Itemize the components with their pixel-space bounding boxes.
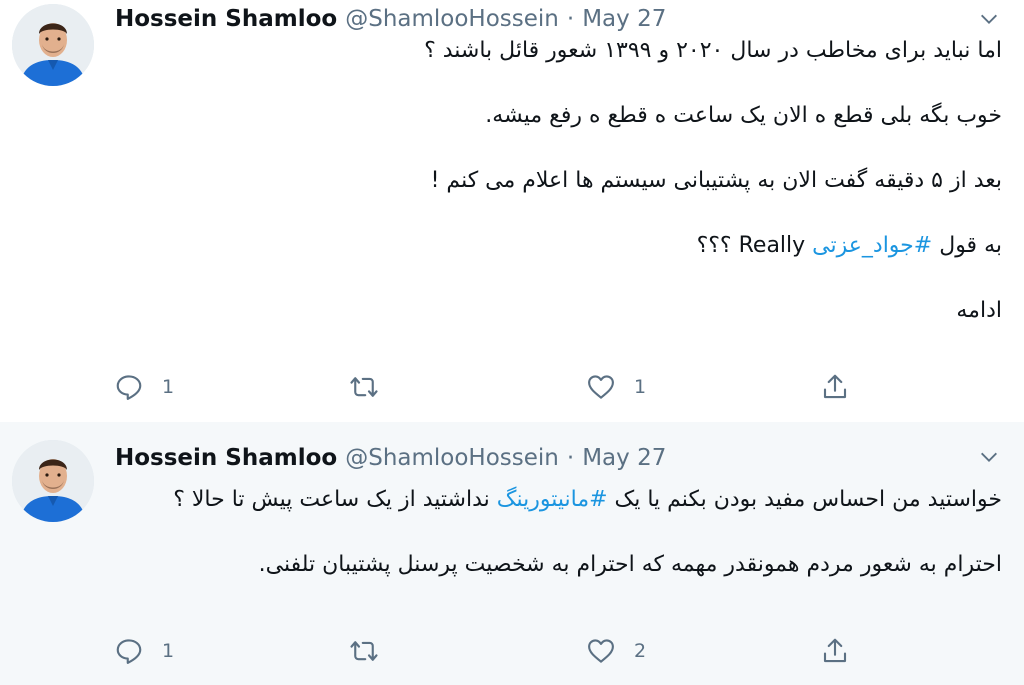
tweet-date[interactable]: May 27 — [582, 445, 666, 471]
author-name[interactable]: Hossein Shamloo — [115, 6, 337, 32]
text-prefix: خواستید من احساس مفید بودن بکنم یا یک — [607, 487, 1002, 512]
hashtag-link[interactable]: #مانیتورینگ — [497, 487, 608, 512]
reply-button[interactable]: 1 — [114, 634, 174, 668]
reply-count: 1 — [162, 376, 175, 398]
text-latin: Really — [738, 233, 806, 258]
share-upload-icon — [823, 374, 847, 399]
separator-dot: · — [566, 445, 575, 471]
like-button[interactable]: 2 — [586, 634, 646, 668]
tweet-line-mixed: خواستید من احساس مفید بودن بکنم یا یک #م… — [110, 483, 1002, 516]
tweet-text: اما نباید برای مخاطب در سال ۲۰۲۰ و ۱۳۹۹ … — [110, 34, 1002, 327]
tweet-line: خوب بگه بلی قطع ه الان یک ساعت ه قطع ه ر… — [485, 103, 1002, 128]
reply-button[interactable]: 1 — [114, 370, 174, 404]
heart-icon — [588, 375, 614, 399]
share-upload-icon — [823, 638, 847, 663]
share-button[interactable] — [820, 370, 850, 404]
avatar[interactable] — [12, 4, 94, 86]
tweet-header: Hossein Shamloo @ShamlooHossein · May 27 — [115, 440, 994, 476]
like-count: 2 — [634, 640, 647, 662]
tweet[interactable]: Hossein Shamloo @ShamlooHossein · May 27… — [0, 422, 1024, 685]
reply-count: 1 — [162, 640, 175, 662]
retweet-button[interactable] — [349, 634, 397, 668]
chevron-down-icon[interactable] — [978, 8, 1000, 30]
author-handle[interactable]: @ShamlooHossein — [345, 6, 559, 32]
text-end: ؟؟؟ — [696, 233, 739, 258]
like-button[interactable]: 1 — [586, 370, 646, 404]
speech-bubble-icon — [116, 375, 142, 400]
tweet-line: بعد از ۵ دقیقه گفت الان به پشتیبانی سیست… — [430, 168, 1002, 193]
tweet-line-mixed: به قول #جواد_عزتی Really ؟؟؟ — [110, 229, 1002, 262]
tweet-actions: 1 1 — [114, 370, 874, 404]
chevron-down-icon[interactable] — [978, 446, 1000, 468]
tweet-line: احترام به شعور مردم همونقدر مهمه که احتر… — [258, 552, 1002, 577]
share-button[interactable] — [820, 634, 850, 668]
tweet-line: اما نباید برای مخاطب در سال ۲۰۲۰ و ۱۳۹۹ … — [424, 38, 1002, 63]
separator-dot: · — [566, 6, 575, 32]
retweet-button[interactable] — [349, 370, 397, 404]
hashtag-link[interactable]: #جواد_عزتی — [812, 233, 932, 258]
tweet-text: خواستید من احساس مفید بودن بکنم یا یک #م… — [110, 483, 1002, 581]
author-handle[interactable]: @ShamlooHossein — [345, 445, 559, 471]
speech-bubble-icon — [116, 639, 142, 664]
tweet-date[interactable]: May 27 — [582, 6, 666, 32]
like-count: 1 — [634, 376, 647, 398]
author-name[interactable]: Hossein Shamloo — [115, 445, 337, 471]
avatar[interactable] — [12, 440, 94, 522]
tweet-header: Hossein Shamloo @ShamlooHossein · May 27 — [115, 1, 994, 37]
heart-icon — [588, 639, 614, 663]
text-prefix: به قول — [932, 233, 1002, 258]
tweet-line: ادامه — [956, 298, 1002, 323]
retweet-arrows-icon — [350, 377, 378, 397]
tweet-actions: 1 2 — [114, 634, 874, 668]
text-suffix: نداشتید از یک ساعت پیش تا حالا ؟ — [173, 487, 497, 512]
retweet-arrows-icon — [350, 641, 378, 661]
tweet[interactable]: Hossein Shamloo @ShamlooHossein · May 27… — [0, 0, 1024, 422]
